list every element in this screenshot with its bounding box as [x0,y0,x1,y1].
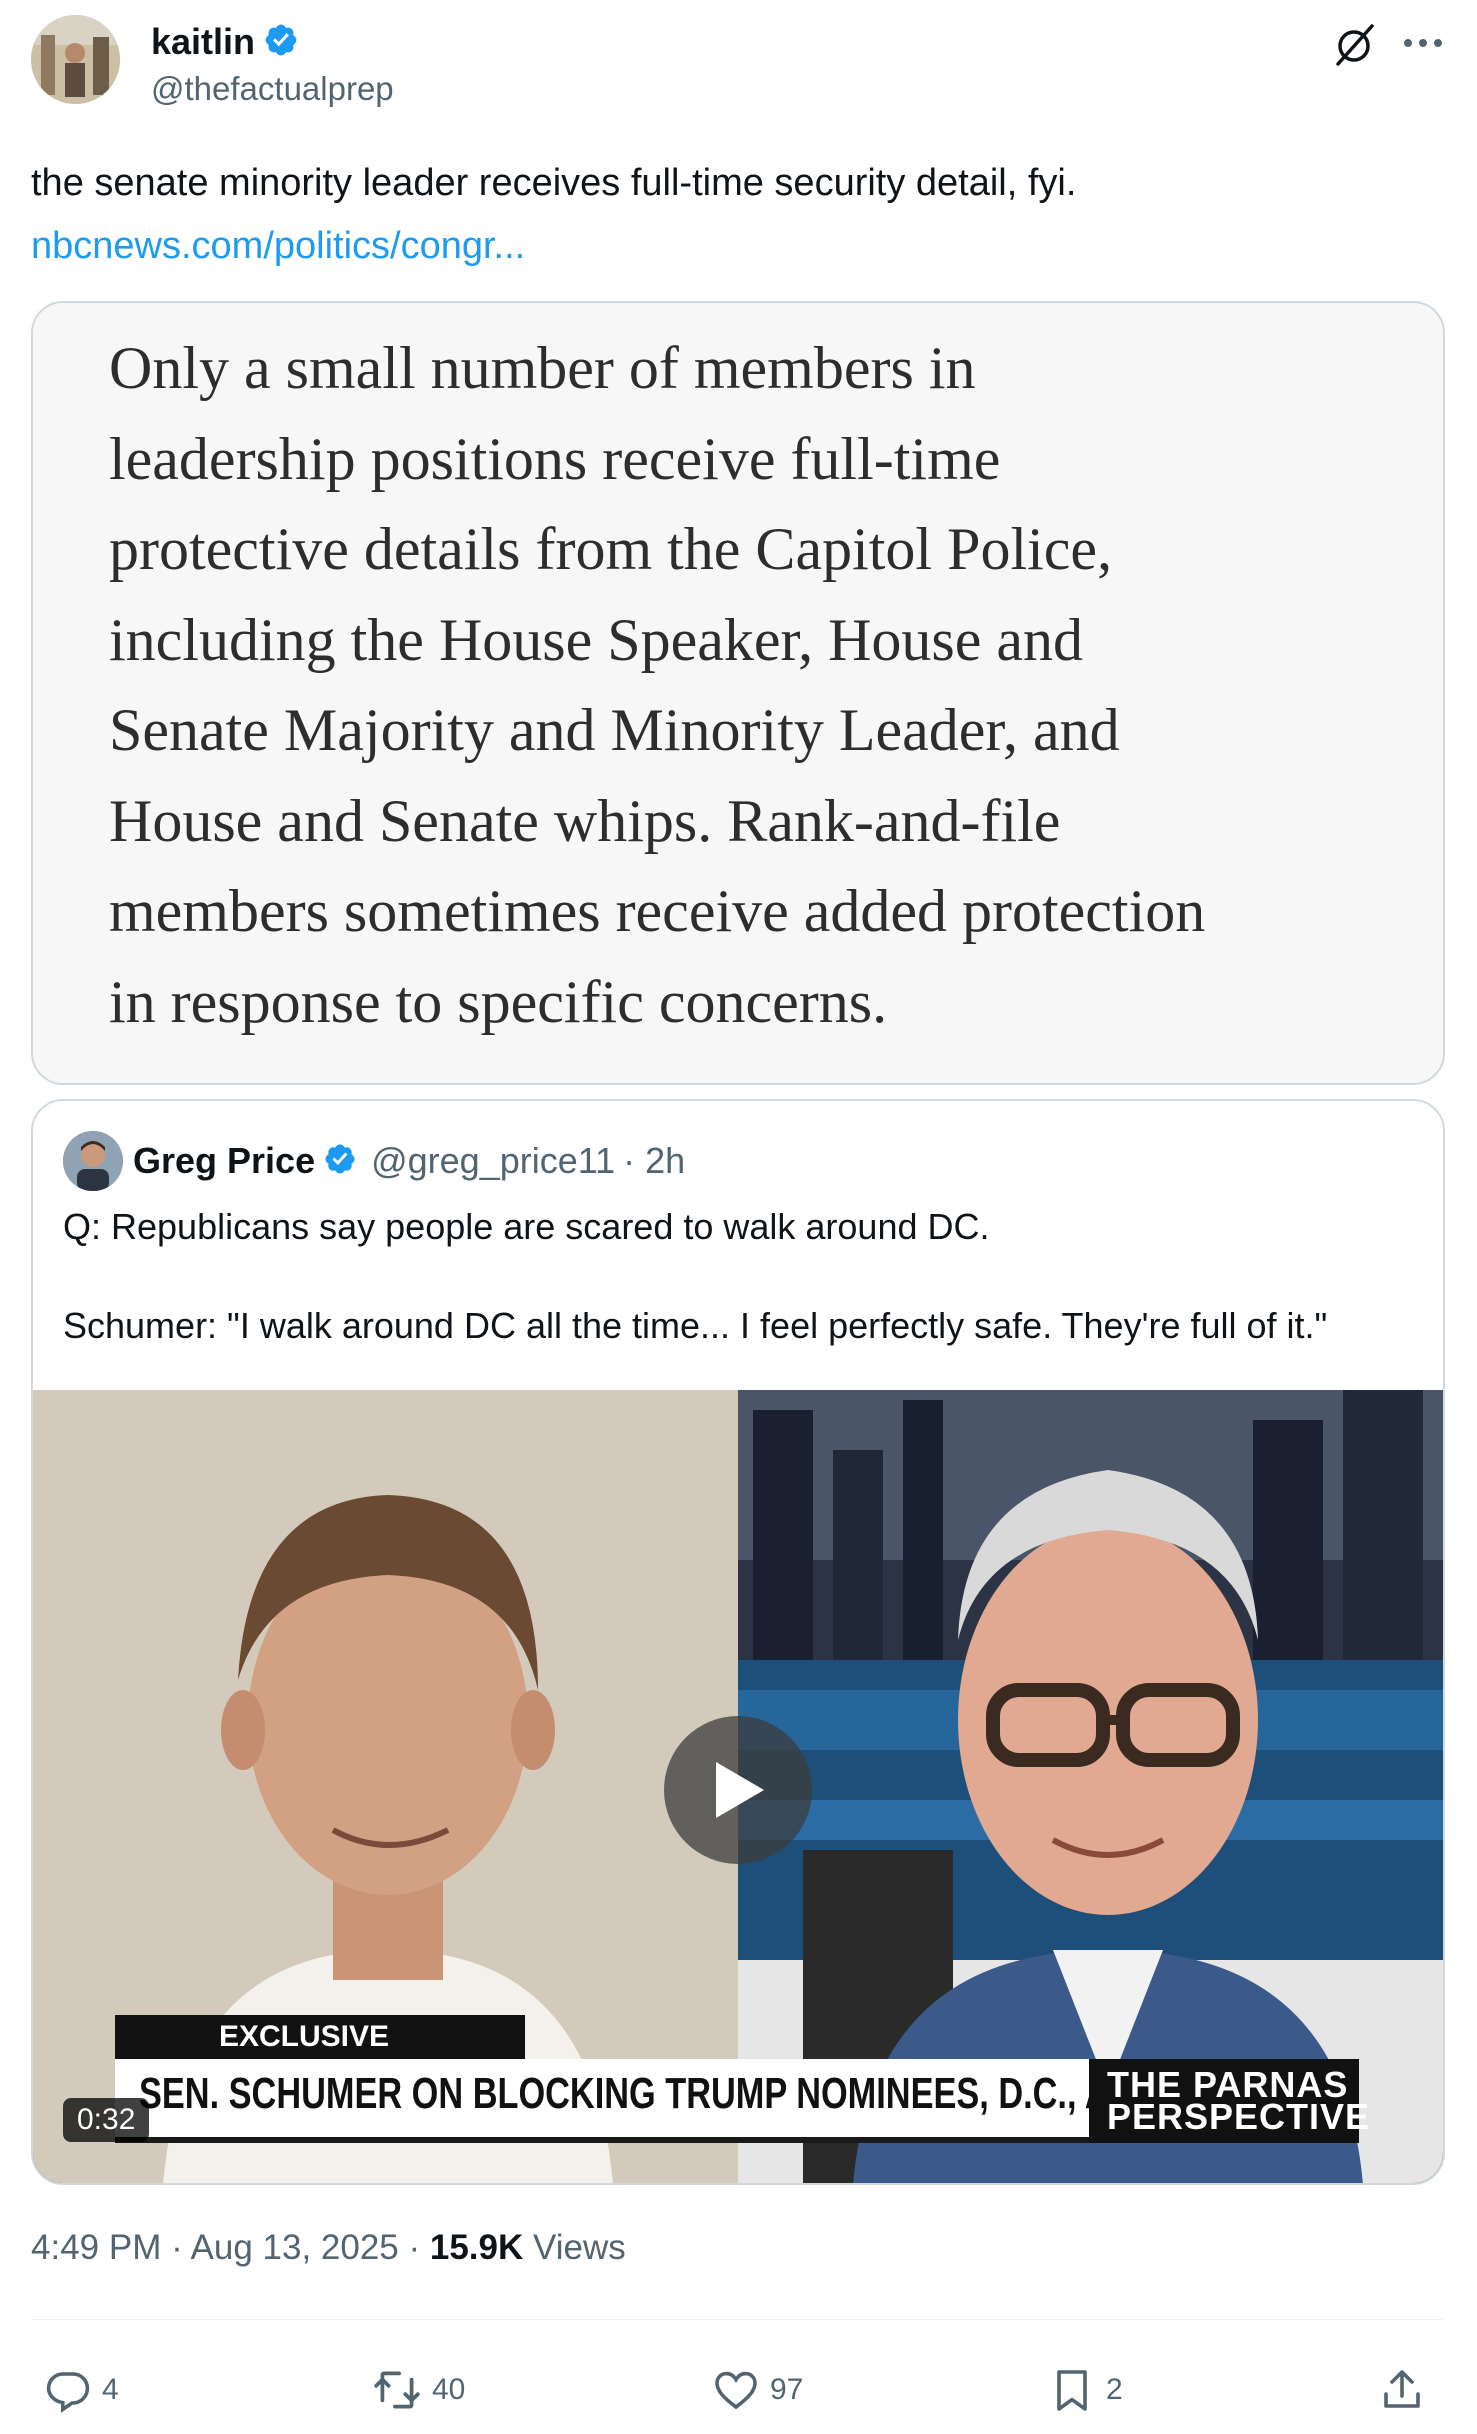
video-duration: 0:32 [63,2098,150,2142]
share-icon [1384,2370,1420,2408]
image-quote-line: members sometimes receive added protecti… [109,878,1206,944]
action-bar: 4 40 97 2 [0,2360,1477,2420]
quoted-text-line: Schumer: "I walk around DC all the time.… [63,1305,1328,1346]
author-avatar[interactable] [31,15,120,104]
reply-icon [46,2372,90,2413]
image-quote-line: including the House Speaker, House and [109,606,1084,673]
divider [31,2319,1445,2320]
play-icon [716,1762,764,1818]
bookmark-icon [1057,2370,1087,2411]
author-handle[interactable]: @thefactualprep [151,70,394,108]
image-quote-line: protective details from the Capitol Poli… [109,516,1113,582]
tweet-text: the senate minority leader receives full… [31,162,1077,204]
bookmark-button[interactable]: 2 [1048,2360,1123,2420]
tweet-timestamp[interactable]: 4:49 PM · Aug 13, 2025 · [31,2228,430,2267]
views-label: Views [523,2228,626,2267]
image-quote-line: Senate Majority and Minority Leader, and [109,697,1120,763]
tweet-link[interactable]: nbcnews.com/politics/congr... [31,220,525,272]
video-exclusive-label: EXCLUSIVE [115,2015,525,2059]
more-options-icon[interactable] [1398,18,1448,68]
repost-count: 40 [432,2373,466,2406]
video-player[interactable]: EXCLUSIVE SEN. SCHUMER ON BLOCKING TRUMP… [33,1390,1443,2183]
verified-badge-icon [323,1142,357,1181]
show-logo: THE PARNAS PERSPECTIVE [1089,2059,1371,2143]
verified-badge-icon [263,22,299,63]
share-button[interactable] [1378,2360,1426,2420]
image-quote-line: House and Senate whips. Rank-and-file [109,787,1061,854]
views-count: 15.9K [429,2228,524,2267]
reply-count: 4 [102,2373,119,2406]
quoted-tweet[interactable]: Greg Price @greg_price11 · 2h Q: Republi… [31,1099,1445,2185]
tweet-meta: 4:49 PM · Aug 13, 2025 · 15.9K Views [31,2228,626,2268]
quoted-time: · 2h [623,1140,686,1181]
heart-icon [715,2371,757,2410]
image-quote-line: Only a small number of members in [109,335,976,401]
quoted-handle: @greg_price11 [371,1140,616,1181]
image-quote-line: in response to specific concerns. [109,968,888,1035]
reply-button[interactable]: 4 [44,2360,119,2420]
quoted-display-name: Greg Price [133,1140,316,1181]
grok-icon[interactable] [1330,20,1380,70]
repost-icon [374,2371,420,2409]
quoted-author-avatar [63,1131,123,1191]
repost-button[interactable]: 40 [372,2360,465,2420]
quoted-text-line: Q: Republicans say people are scared to … [63,1206,990,1247]
like-count: 97 [770,2373,804,2406]
bookmark-count: 2 [1106,2373,1123,2406]
show-logo-line2: PERSPECTIVE [1107,2096,1371,2137]
tweet-image[interactable]: Only a small number of members in leader… [31,301,1445,1085]
video-headline-banner: SEN. SCHUMER ON BLOCKING TRUMP NOMINEES,… [115,2059,1272,2143]
like-button[interactable]: 97 [712,2360,803,2420]
play-button[interactable] [664,1716,812,1864]
author-display-name[interactable]: kaitlin [151,21,255,63]
image-quote-text: Only a small number of members in leader… [109,323,1439,1047]
image-quote-line: leadership positions receive full-time [109,425,1001,492]
